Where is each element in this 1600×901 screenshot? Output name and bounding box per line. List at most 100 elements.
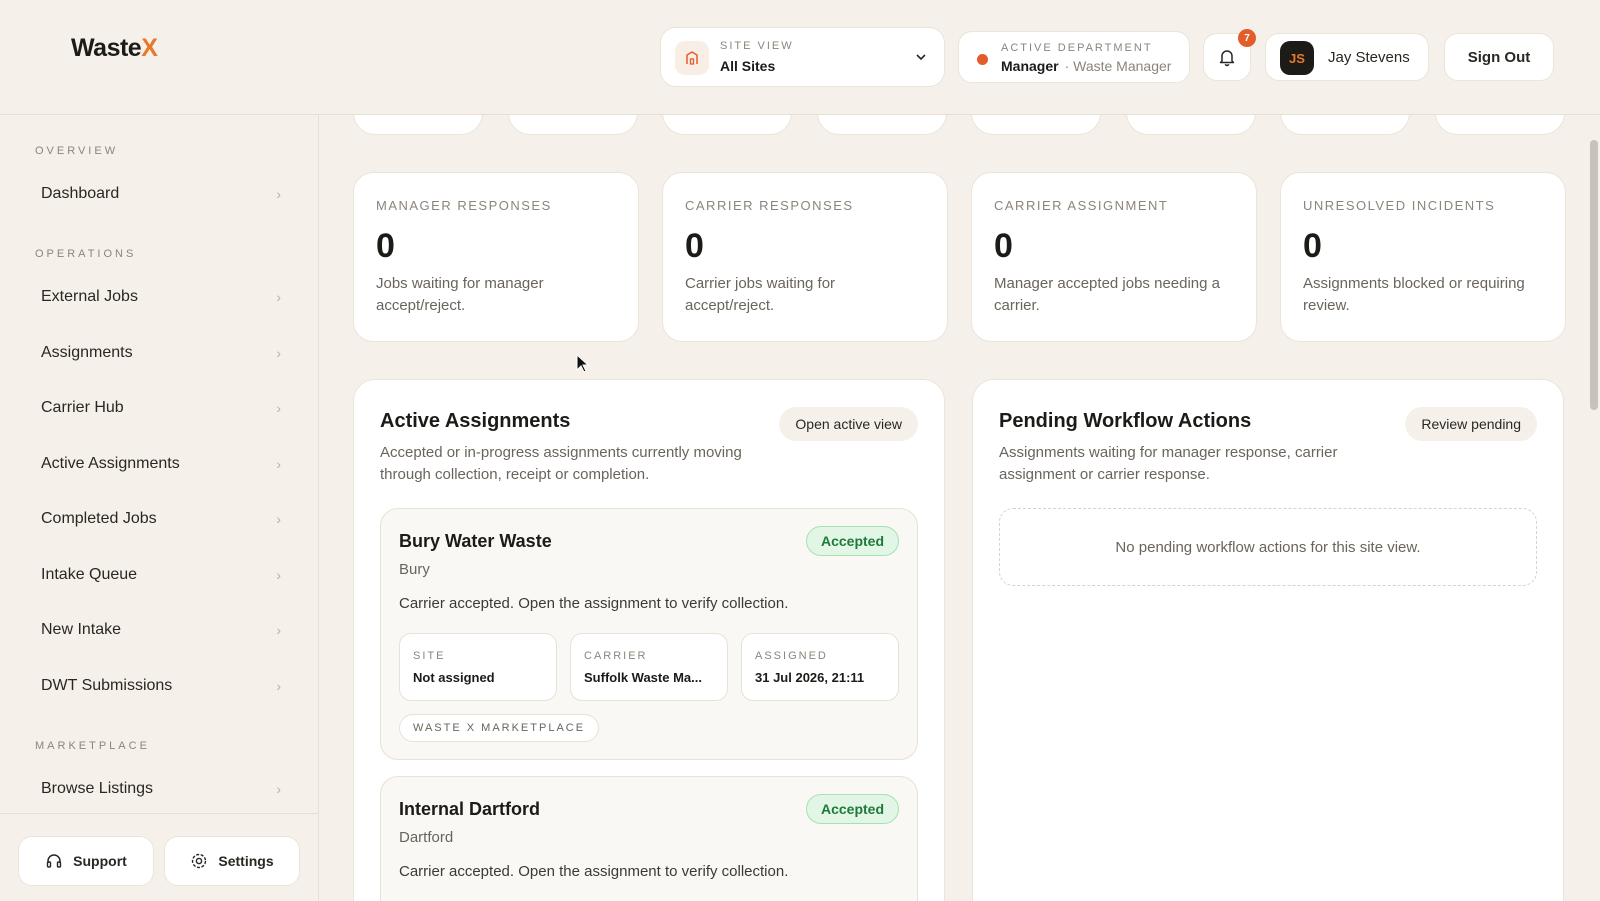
assignment-note: Carrier accepted. Open the assignment to… <box>399 863 789 880</box>
summary-chip[interactable] <box>1280 115 1410 135</box>
meta-value: Not assigned <box>413 670 495 685</box>
open-active-view-button[interactable]: Open active view <box>779 407 918 441</box>
headset-icon <box>46 854 62 868</box>
stat-value: 0 <box>1303 227 1322 265</box>
notification-count-badge: 7 <box>1238 29 1256 47</box>
sidebar: OVERVIEW Dashboard › OPERATIONS External … <box>0 115 319 901</box>
stat-card-carrier-responses[interactable]: CARRIER RESPONSES 0 Carrier jobs waiting… <box>662 172 948 342</box>
chevron-right-icon: › <box>276 567 281 583</box>
sidebar-item-completed-jobs[interactable]: Completed Jobs › <box>41 507 281 531</box>
sidebar-item-dwt-submissions[interactable]: DWT Submissions › <box>41 674 281 698</box>
avatar: JS <box>1280 41 1314 75</box>
chevron-right-icon: › <box>276 678 281 694</box>
sidebar-section-operations: OPERATIONS <box>35 248 137 260</box>
chevron-right-icon: › <box>276 511 281 527</box>
top-header: WasteX SITE VIEW All Sites ACTIVE DEPART… <box>0 0 1600 115</box>
panel-description: Assignments waiting for manager response… <box>999 444 1338 483</box>
stat-title: CARRIER RESPONSES <box>685 198 854 213</box>
source-tag: WASTE X MARKETPLACE <box>399 714 600 742</box>
pending-workflow-panel: Pending Workflow Actions Assignments wai… <box>972 379 1564 901</box>
summary-chip[interactable] <box>817 115 947 135</box>
main-content: MANAGER RESPONSES 0 Jobs waiting for man… <box>320 115 1580 901</box>
sidebar-item-dashboard[interactable]: Dashboard › <box>41 182 281 206</box>
sidebar-item-new-intake[interactable]: New Intake › <box>41 618 281 642</box>
stat-value: 0 <box>376 227 395 265</box>
sidebar-item-assignments[interactable]: Assignments › <box>41 341 281 365</box>
meta-carrier: CARRIER Suffolk Waste Ma... <box>570 633 728 701</box>
meta-label: ASSIGNED <box>755 650 828 662</box>
settings-label: Settings <box>218 853 274 869</box>
summary-chip[interactable] <box>1126 115 1256 135</box>
stat-card-carrier-assignment[interactable]: CARRIER ASSIGNMENT 0 Manager accepted jo… <box>971 172 1257 342</box>
sidebar-item-label: External Jobs <box>41 288 138 305</box>
summary-chip[interactable] <box>353 115 483 135</box>
status-badge: Accepted <box>805 526 899 556</box>
meta-assigned: ASSIGNED 31 Jul 2026, 21:11 <box>741 633 899 701</box>
assignment-card[interactable]: Bury Water Waste Bury Accepted Carrier a… <box>380 508 918 760</box>
review-pending-button[interactable]: Review pending <box>1405 407 1537 441</box>
department-sub: · Waste Manager <box>1064 58 1172 74</box>
chevron-down-icon <box>914 50 928 69</box>
user-menu[interactable]: JS Jay Stevens <box>1265 33 1429 81</box>
sidebar-item-carrier-hub[interactable]: Carrier Hub › <box>41 396 281 420</box>
meta-label: SITE <box>413 650 446 662</box>
bell-icon <box>1219 50 1235 67</box>
stat-value: 0 <box>685 227 704 265</box>
assignment-title: Bury Water Waste <box>399 531 552 551</box>
summary-chip[interactable] <box>508 115 638 135</box>
stat-description: Carrier jobs waiting for accept/reject. <box>685 275 836 314</box>
sidebar-item-label: Carrier Hub <box>41 399 124 416</box>
chevron-right-icon: › <box>276 781 281 797</box>
settings-button[interactable]: Settings <box>164 836 300 886</box>
sidebar-item-label: Intake Queue <box>41 566 138 583</box>
support-button[interactable]: Support <box>18 836 154 886</box>
wastex-logo[interactable]: WasteX <box>71 34 158 63</box>
site-view-label: SITE VIEW <box>720 40 794 52</box>
sidebar-item-label: New Intake <box>41 621 122 638</box>
chevron-right-icon: › <box>276 456 281 472</box>
support-label: Support <box>73 853 127 869</box>
sidebar-item-label: DWT Submissions <box>41 677 173 694</box>
user-name: Jay Stevens <box>1328 49 1410 66</box>
sidebar-item-active-assignments[interactable]: Active Assignments › <box>41 452 281 476</box>
panel-title: Pending Workflow Actions <box>999 410 1252 432</box>
assignment-location: Bury <box>399 561 430 578</box>
building-icon <box>675 41 709 75</box>
assignment-location: Dartford <box>399 829 454 846</box>
assignment-card[interactable]: Internal Dartford Dartford Accepted Carr… <box>380 776 918 901</box>
meta-site: SITE Not assigned <box>399 633 557 701</box>
sidebar-item-label: Completed Jobs <box>41 510 157 527</box>
meta-label: CARRIER <box>584 650 648 662</box>
sidebar-item-external-jobs[interactable]: External Jobs › <box>41 285 281 309</box>
stat-card-manager-responses[interactable]: MANAGER RESPONSES 0 Jobs waiting for man… <box>353 172 639 342</box>
meta-value: Suffolk Waste Ma... <box>584 670 702 685</box>
chevron-right-icon: › <box>276 289 281 305</box>
site-view-value: All Sites <box>720 58 776 74</box>
sidebar-item-intake-queue[interactable]: Intake Queue › <box>41 563 281 587</box>
panel-title: Active Assignments <box>380 410 571 432</box>
sidebar-footer: Support Settings <box>0 813 319 901</box>
stat-value: 0 <box>994 227 1013 265</box>
site-view-selector[interactable]: SITE VIEW All Sites <box>660 27 945 87</box>
sidebar-item-label: Browse Listings <box>41 780 154 797</box>
sidebar-section-overview: OVERVIEW <box>35 145 119 157</box>
notifications-button[interactable]: 7 <box>1203 29 1256 81</box>
scrollbar-thumb[interactable] <box>1590 140 1598 410</box>
sidebar-item-browse-listings[interactable]: Browse Listings › <box>41 777 281 801</box>
sidebar-item-label: Active Assignments <box>41 455 180 472</box>
logo-text: Waste <box>71 34 142 62</box>
sidebar-section-marketplace: MARKETPLACE <box>35 740 150 752</box>
chevron-right-icon: › <box>276 345 281 361</box>
summary-chip[interactable] <box>1435 115 1565 135</box>
department-role: Manager <box>1001 58 1059 74</box>
sidebar-item-label: Assignments <box>41 344 133 361</box>
summary-chip[interactable] <box>971 115 1101 135</box>
chevron-right-icon: › <box>276 622 281 638</box>
summary-chip[interactable] <box>662 115 792 135</box>
active-department[interactable]: ACTIVE DEPARTMENT Manager · Waste Manager <box>958 31 1190 83</box>
stat-card-unresolved-incidents[interactable]: UNRESOLVED INCIDENTS 0 Assignments block… <box>1280 172 1566 342</box>
department-label: ACTIVE DEPARTMENT <box>1001 42 1153 54</box>
chevron-right-icon: › <box>276 400 281 416</box>
sign-out-button[interactable]: Sign Out <box>1444 33 1554 81</box>
logo-accent: X <box>141 34 158 62</box>
